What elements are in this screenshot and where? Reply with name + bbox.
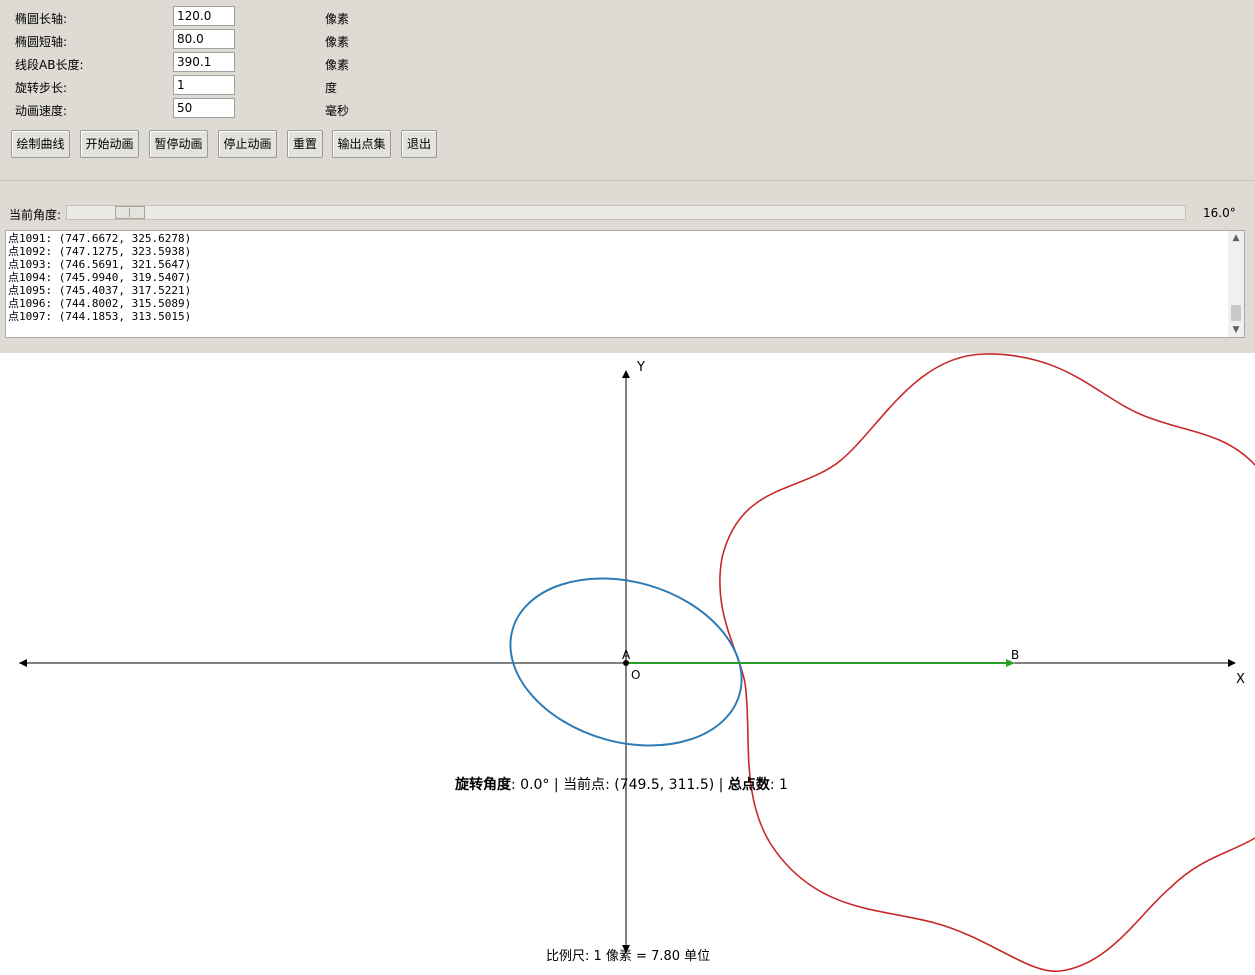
- x-axis-label: X: [1236, 672, 1245, 687]
- segment-length-unit: 像素: [325, 58, 350, 72]
- log-line: 点1097: (744.1853, 313.5015): [8, 310, 192, 323]
- rotation-step-unit: 度: [325, 81, 338, 95]
- x-axis-right-arrow: [1228, 659, 1236, 667]
- scale-text: 比例尺: 1 像素 = 7.80 单位: [546, 949, 710, 964]
- status-text: 旋转角度: 0.0° | 当前点: (749.5, 311.5) | 总点数: …: [454, 776, 788, 793]
- segment-length-label: 线段AB长度:: [15, 58, 84, 72]
- point-b-label: B: [1011, 648, 1019, 662]
- animation-speed-unit: 毫秒: [325, 104, 350, 118]
- angle-slider[interactable]: [66, 205, 1186, 220]
- stop-animation-button[interactable]: 停止动画: [218, 130, 277, 158]
- scroll-down-icon[interactable]: ▼: [1228, 323, 1244, 337]
- current-angle-value: 16.0°: [1203, 206, 1236, 220]
- reset-button[interactable]: 重置: [287, 130, 323, 158]
- param-row-major-axis: 椭圆长轴: 像素: [0, 6, 400, 28]
- angle-slider-thumb[interactable]: [115, 206, 145, 219]
- rotation-step-label: 旋转步长:: [15, 81, 68, 95]
- status-current-label: 当前点: [563, 776, 605, 793]
- major-axis-unit: 像素: [325, 12, 350, 26]
- export-points-button[interactable]: 输出点集: [332, 130, 391, 158]
- status-rotation-value: : 0.0° |: [511, 777, 563, 793]
- canvas-svg: Y X O A B 旋转角度: 0.0° | 当前点: (749.5, 311.…: [19, 353, 1255, 972]
- origin-label: O: [631, 668, 640, 682]
- segment-length-input[interactable]: [173, 52, 235, 72]
- status-rotation-label: 旋转角度: [454, 776, 512, 793]
- draw-curve-button[interactable]: 绘制曲线: [11, 130, 70, 158]
- log-line: 点1092: (747.1275, 323.5938): [8, 245, 192, 258]
- y-axis-label: Y: [636, 360, 645, 375]
- param-row-minor-axis: 椭圆短轴: 像素: [0, 29, 400, 51]
- section-divider: [0, 180, 1255, 181]
- log-line: 点1095: (745.4037, 317.5221): [8, 284, 192, 297]
- log-scrollbar[interactable]: ▲ ▼: [1228, 231, 1244, 337]
- start-animation-button[interactable]: 开始动画: [80, 130, 139, 158]
- drawing-canvas[interactable]: Y X O A B 旋转角度: 0.0° | 当前点: (749.5, 311.…: [0, 353, 1255, 975]
- y-axis-up-arrow: [622, 370, 630, 378]
- animation-speed-input[interactable]: [173, 98, 235, 118]
- major-axis-label: 椭圆长轴:: [15, 12, 68, 26]
- scroll-up-icon[interactable]: ▲: [1228, 231, 1244, 245]
- rotation-step-input[interactable]: [173, 75, 235, 95]
- current-angle-label: 当前角度:: [9, 208, 62, 222]
- exit-button[interactable]: 退出: [401, 130, 437, 158]
- status-total-label: 总点数: [728, 776, 771, 793]
- point-a-label: A: [622, 648, 631, 662]
- major-axis-input[interactable]: [173, 6, 235, 26]
- minor-axis-label: 椭圆短轴:: [15, 35, 68, 49]
- pause-animation-button[interactable]: 暂停动画: [149, 130, 208, 158]
- point-log[interactable]: 点1091: (747.6672, 325.6278) 点1092: (747.…: [5, 230, 1245, 338]
- log-line: 点1094: (745.9940, 319.5407): [8, 271, 192, 284]
- log-line: 点1091: (747.6672, 325.6278): [8, 232, 192, 245]
- param-row-rotation-step: 旋转步长: 度: [0, 75, 400, 97]
- minor-axis-unit: 像素: [325, 35, 350, 49]
- log-line: 点1093: (746.5691, 321.5647): [8, 258, 192, 271]
- status-total-value: : 1: [770, 777, 788, 793]
- scrollbar-thumb[interactable]: [1231, 305, 1241, 321]
- log-line: 点1096: (744.8002, 315.5089): [8, 297, 192, 310]
- minor-axis-input[interactable]: [173, 29, 235, 49]
- param-row-segment-length: 线段AB长度: 像素: [0, 52, 400, 74]
- param-row-animation-speed: 动画速度: 毫秒: [0, 98, 400, 120]
- x-axis-left-arrow: [19, 659, 27, 667]
- status-current-value: : (749.5, 311.5) |: [605, 777, 728, 793]
- animation-speed-label: 动画速度:: [15, 104, 68, 118]
